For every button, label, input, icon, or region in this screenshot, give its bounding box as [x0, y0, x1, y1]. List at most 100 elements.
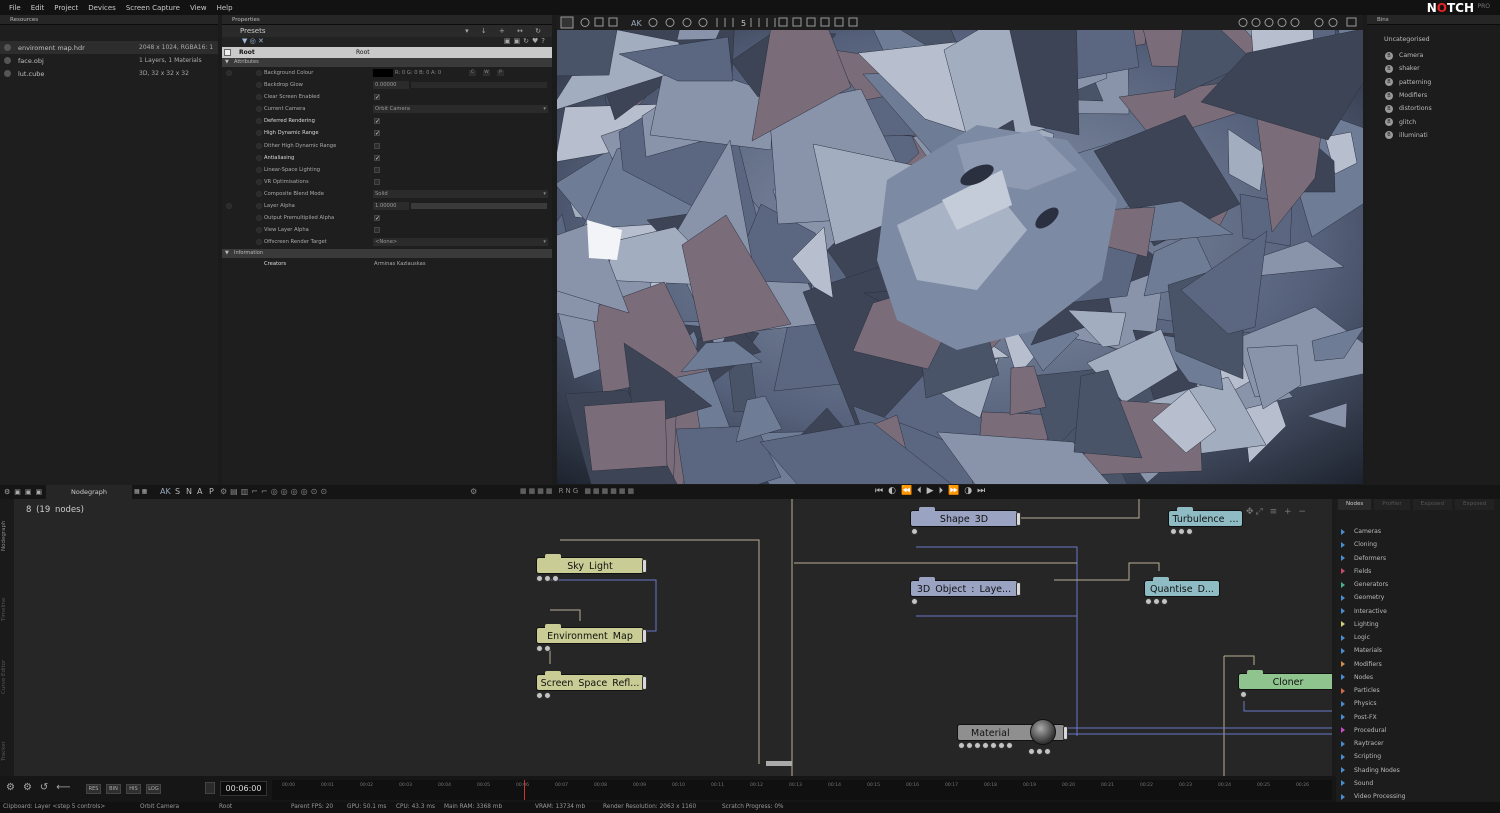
node-category-item[interactable]: Generators [1336, 578, 1500, 591]
property-dropdown[interactable]: Orbit Camera ▾ [373, 105, 548, 114]
node-category-item[interactable]: Particles [1336, 684, 1500, 697]
node-environment-map[interactable]: Environment Map [536, 624, 647, 644]
settings-gear-icon[interactable]: ⚙ [470, 487, 477, 496]
playhead[interactable] [524, 780, 525, 800]
node-ports[interactable] [1145, 598, 1168, 605]
resource-row[interactable]: enviroment map.hdr 2048 x 1024, RGBA16: 1 [0, 41, 218, 54]
node-quantise[interactable]: Quantise D... [1144, 577, 1220, 597]
node-category-item[interactable]: Procedural [1336, 724, 1500, 737]
side-tab-nodegraph[interactable]: Nodegraph [1, 491, 7, 551]
viewport-tool-icons[interactable]: AK 5 [557, 15, 1363, 30]
panel-buttons-icons[interactable]: ⚙▣▣▣ [4, 488, 46, 496]
property-checkbox[interactable]: ✓ [374, 94, 380, 101]
keyframe-dot-icon[interactable] [256, 166, 262, 173]
node-shape-3d[interactable]: Shape 3D [910, 507, 1021, 527]
property-checkbox[interactable]: ✓ [374, 118, 380, 125]
property-checkbox[interactable] [374, 166, 380, 173]
presets-toolbar-icons[interactable]: ▾ ↓ + ↔ ↻ [465, 25, 546, 37]
menu-screen-capture[interactable]: Screen Capture [121, 4, 185, 12]
information-section[interactable]: ▼ Information [222, 249, 552, 259]
property-checkbox[interactable] [374, 142, 380, 149]
node-category-item[interactable]: Cloning [1336, 538, 1500, 551]
node-category-item[interactable]: Fields [1336, 565, 1500, 578]
node-category-item[interactable]: Physics [1336, 697, 1500, 710]
menu-edit[interactable]: Edit [26, 4, 50, 12]
property-checkbox[interactable]: ✓ [374, 130, 380, 137]
graph-zoom-icons[interactable]: ✥⤢ ≡ + − [1246, 507, 1308, 517]
log-button[interactable]: LOG [146, 784, 161, 794]
keyframe-dot-icon[interactable] [256, 215, 262, 222]
resource-row[interactable]: face.obj 1 Layers, 1 Materials [0, 54, 218, 67]
keyframe-dot-icon[interactable] [256, 94, 262, 101]
node-ports[interactable] [536, 645, 551, 652]
node-category-item[interactable]: Post-FX [1336, 711, 1500, 724]
bin-button[interactable]: BIN [106, 784, 121, 794]
transport-controls[interactable]: ⏮◐⏪⏴▶⏵⏩◑⏭ [875, 486, 990, 496]
keyframe-dot-icon[interactable] [256, 130, 262, 137]
keyframe-dot-icon[interactable] [256, 142, 262, 149]
node-ports[interactable] [536, 575, 559, 582]
node-category-item[interactable]: Nodes [1336, 671, 1500, 684]
tab-profiler[interactable]: Profiler [1374, 499, 1410, 510]
snap-n[interactable]: N [186, 487, 192, 496]
node-ports[interactable] [911, 528, 918, 535]
nodegraph-canvas[interactable]: Sky Light Environment Map Screen Space R… [14, 499, 1332, 776]
node-turbulence[interactable]: Turbulence ... [1168, 507, 1243, 527]
bin-item[interactable]: Bshaker [1367, 62, 1500, 75]
property-checkbox[interactable]: ✓ [374, 154, 380, 161]
attributes-section[interactable]: ▼ Attributes [222, 58, 552, 67]
keyframe-dot-icon[interactable] [256, 106, 262, 113]
node-cloner[interactable]: Cloner [1238, 670, 1332, 690]
snap-ak[interactable]: AK [160, 487, 171, 496]
snap-p[interactable]: P [209, 487, 214, 496]
property-checkbox[interactable]: ✓ [374, 215, 380, 222]
menu-devices[interactable]: Devices [83, 4, 121, 12]
node-ports[interactable] [536, 692, 551, 699]
res-button[interactable]: RES [86, 784, 101, 794]
node-screen-space-reflections[interactable]: Screen Space Refl... [536, 671, 647, 691]
snap-a[interactable]: A [197, 487, 202, 496]
node-category-item[interactable]: Geometry [1336, 591, 1500, 604]
filter-icon[interactable]: ▼ ◎ ✕ [242, 37, 264, 45]
keyframe-dot-icon[interactable] [256, 70, 262, 76]
menu-file[interactable]: File [4, 4, 26, 12]
color-channel-button[interactable]: P [497, 70, 504, 76]
color-channel-button[interactable]: W [483, 70, 490, 76]
node-ports[interactable] [911, 598, 918, 605]
node-category-item[interactable]: Cameras [1336, 525, 1500, 538]
menu-project[interactable]: Project [49, 4, 83, 12]
node-category-item[interactable]: Raytracer [1336, 737, 1500, 750]
keyframe-dot-icon[interactable] [256, 118, 262, 125]
property-checkbox[interactable] [374, 178, 380, 185]
node-category-item[interactable]: Logic [1336, 631, 1500, 644]
timecode-display[interactable]: 00:06:00 [220, 781, 267, 796]
his-button[interactable]: HIS [126, 784, 141, 794]
render-viewport[interactable] [557, 30, 1363, 484]
play-mode-toggle[interactable] [205, 782, 215, 794]
node-category-item[interactable]: Shading Nodes [1336, 764, 1500, 777]
property-slider[interactable] [411, 203, 547, 210]
color-channel-button[interactable]: C [469, 70, 476, 76]
node-3d-object-layer[interactable]: 3D Object : Laye... [910, 577, 1021, 597]
snap-s[interactable]: S [175, 487, 180, 496]
bin-item[interactable]: B Modifiers [1367, 89, 1500, 102]
node-category-item[interactable]: Materials [1336, 644, 1500, 657]
keyframe-dot-icon[interactable] [256, 227, 262, 234]
preset-actions-icons[interactable]: ▣▣↻♥? [504, 37, 548, 45]
align-icons[interactable]: ⚙▤▥⌐⌐◎◎◎◎⊙⊙ [220, 487, 330, 496]
keyframe-dot-icon[interactable] [256, 203, 262, 210]
tab-exposed-2[interactable]: Exposed [1454, 499, 1495, 510]
keyframe-dot-icon[interactable] [256, 82, 262, 89]
node-category-item[interactable]: Deformers [1336, 552, 1500, 565]
tab-nodes[interactable]: Nodes [1338, 499, 1372, 510]
presets-header[interactable]: Presets ▾ ↓ + ↔ ↻ [222, 25, 552, 37]
bin-item[interactable]: Bdistortions [1367, 102, 1500, 115]
property-dropdown[interactable]: <None> ▾ [373, 238, 548, 247]
tab-exposed[interactable]: Exposed [1412, 499, 1452, 510]
resource-row[interactable]: lut.cube 3D, 32 x 32 x 32 [0, 67, 218, 80]
side-tab-tracker[interactable]: Tracker [1, 701, 7, 761]
keyframe-dot-icon[interactable] [226, 70, 232, 76]
menu-help[interactable]: Help [212, 4, 238, 12]
node-ports[interactable] [1240, 691, 1247, 698]
timeline-tool-icons[interactable]: ⚙⚙↺⟵ [6, 782, 79, 793]
